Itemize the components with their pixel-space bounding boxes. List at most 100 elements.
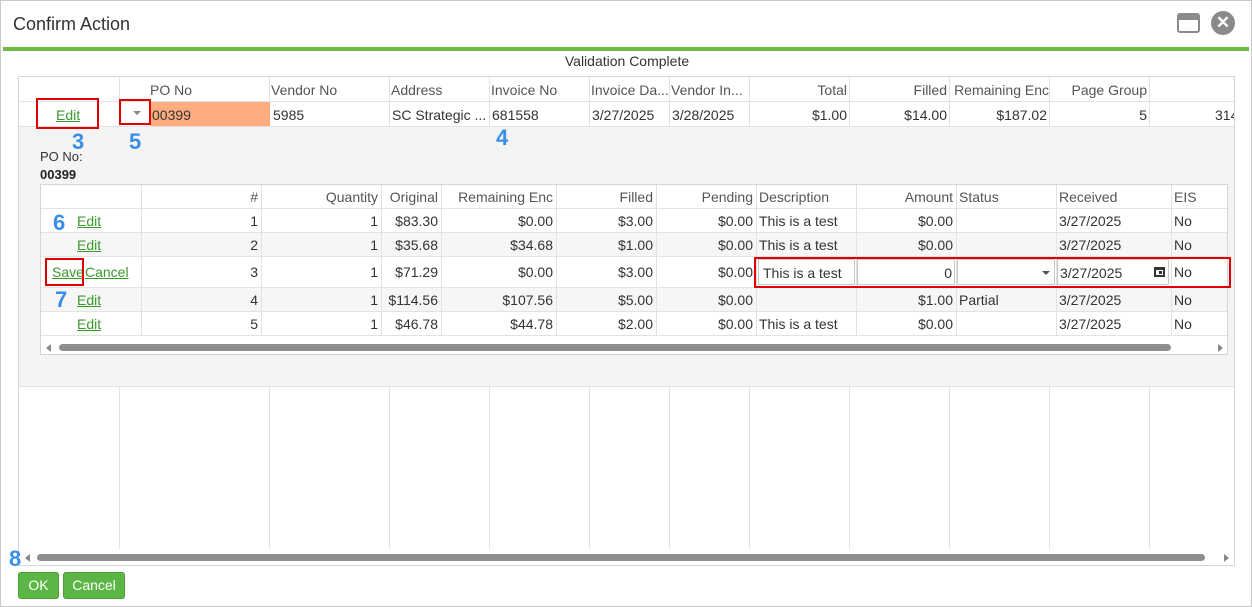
- row-2-received: 3/27/2025: [1059, 237, 1122, 253]
- address-value: SC Strategic ...: [392, 107, 487, 123]
- title-bar: Confirm Action ✕: [1, 1, 1251, 47]
- row-3-pending: $0.00: [717, 264, 753, 280]
- row-4-edit-link[interactable]: Edit: [77, 292, 101, 308]
- col-header-po-no[interactable]: PO No: [150, 82, 270, 98]
- sub-header-pending[interactable]: Pending: [657, 189, 753, 205]
- row-3-description-value: This is a test: [763, 265, 842, 281]
- sub-header-description[interactable]: Description: [759, 189, 855, 205]
- sub-header-amount[interactable]: Amount: [857, 189, 953, 205]
- row-1-pending: $0.00: [717, 213, 753, 229]
- row-5-num: 5: [250, 316, 258, 332]
- row-3-description-input[interactable]: This is a test: [758, 259, 855, 285]
- scroll-right-icon[interactable]: [1218, 344, 1223, 352]
- col-header-remaining-enc[interactable]: Remaining Enc: [951, 82, 1049, 98]
- row-4-pending: $0.00: [717, 292, 753, 308]
- line-items-grid: # Quantity Original Remaining Enc Filled…: [40, 184, 1228, 355]
- cancel-button[interactable]: Cancel: [63, 572, 125, 599]
- maximize-icon[interactable]: [1177, 13, 1200, 33]
- row-1-eis: No: [1174, 213, 1192, 229]
- col-header-page-group[interactable]: Page Group: [1051, 82, 1148, 98]
- confirm-action-dialog: Confirm Action ✕ Validation Complete PO …: [0, 0, 1252, 607]
- row-2-pending: $0.00: [717, 237, 753, 253]
- calendar-icon[interactable]: [1154, 267, 1165, 277]
- vendor-no-value: 5985: [273, 107, 305, 123]
- row-3-received-value: 3/27/2025: [1060, 265, 1123, 281]
- main-horizontal-scrollbar[interactable]: [19, 551, 1234, 565]
- row-3-received-datepicker[interactable]: 3/27/2025: [1057, 259, 1169, 285]
- row-3-amount-input[interactable]: 0: [857, 259, 955, 285]
- row-2-eis: No: [1174, 237, 1192, 253]
- close-icon[interactable]: ✕: [1211, 11, 1235, 35]
- ok-button[interactable]: OK: [18, 572, 59, 599]
- row-2-description: This is a test: [759, 237, 838, 253]
- row-1-remaining: $0.00: [517, 213, 553, 229]
- vendor-invoice-value: 3/28/2025: [672, 107, 735, 123]
- main-scroll-thumb[interactable]: [37, 554, 1205, 561]
- row-1-num: 1: [250, 213, 258, 229]
- row-2-edit-link[interactable]: Edit: [77, 237, 101, 253]
- annotation-6: 6: [53, 210, 66, 235]
- row-2-amount: $0.00: [917, 237, 953, 253]
- row-1-original: $83.30: [395, 213, 438, 229]
- col-header-vendor-invoice[interactable]: Vendor In...: [671, 82, 749, 98]
- row-3-status-select[interactable]: [957, 259, 1055, 285]
- col-header-address[interactable]: Address: [391, 82, 489, 98]
- sub-header-filled[interactable]: Filled: [557, 189, 653, 205]
- row-4-original: $114.56: [388, 292, 438, 308]
- subgrid-scroll-thumb[interactable]: [59, 344, 1171, 351]
- row-1-amount: $0.00: [917, 213, 953, 229]
- expand-row-toggle[interactable]: [122, 102, 148, 126]
- row-5-original: $46.78: [395, 316, 438, 332]
- scroll-left-icon[interactable]: [46, 344, 51, 352]
- annotation-5: 5: [129, 129, 142, 154]
- sub-header-num[interactable]: #: [142, 189, 258, 205]
- row-5-edit-link[interactable]: Edit: [77, 316, 101, 332]
- col-header-filled[interactable]: Filled: [851, 82, 947, 98]
- row-2-num: 2: [250, 237, 258, 253]
- po-grid: PO No Vendor No Address Invoice No Invoi…: [18, 76, 1235, 566]
- row-3-amount-value: 0: [944, 265, 952, 281]
- main-edit-link[interactable]: Edit: [56, 107, 80, 123]
- dialog-title: Confirm Action: [13, 14, 131, 34]
- row-2-original: $35.68: [395, 237, 438, 253]
- sub-header-original[interactable]: Original: [382, 189, 438, 205]
- row-4-quantity: 1: [370, 292, 378, 308]
- row-3-save-link[interactable]: Save: [52, 264, 84, 280]
- row-5-description: This is a test: [759, 316, 838, 332]
- sub-header-quantity[interactable]: Quantity: [262, 189, 378, 205]
- row-1-edit-link[interactable]: Edit: [77, 213, 101, 229]
- annotation-8: 8: [9, 546, 22, 571]
- row-3-remaining: $0.00: [517, 264, 553, 280]
- row-1-filled: $3.00: [617, 213, 653, 229]
- row-4-filled: $5.00: [617, 292, 653, 308]
- sub-header-remaining-enc[interactable]: Remaining Enc: [442, 189, 553, 205]
- sub-header-status[interactable]: Status: [959, 189, 1055, 205]
- row-4-received: 3/27/2025: [1059, 292, 1122, 308]
- row-4-remaining: $107.56: [502, 292, 553, 308]
- subgrid-horizontal-scrollbar[interactable]: [41, 341, 1227, 354]
- chevron-down-icon: [1042, 271, 1050, 275]
- sub-header-eis[interactable]: EIS: [1174, 189, 1224, 205]
- row-3-cancel-link[interactable]: Cancel: [85, 264, 129, 280]
- truncated-value: 314: [1215, 107, 1234, 123]
- scroll-left-icon[interactable]: [25, 554, 30, 562]
- row-5-remaining: $44.78: [510, 316, 553, 332]
- row-5-amount: $0.00: [917, 316, 953, 332]
- row-1-description: This is a test: [759, 213, 838, 229]
- row-4-num: 4: [250, 292, 258, 308]
- row-5-eis: No: [1174, 316, 1192, 332]
- col-header-invoice-no[interactable]: Invoice No: [491, 82, 589, 98]
- annotation-4: 4: [496, 125, 509, 150]
- col-header-invoice-date[interactable]: Invoice Da...: [591, 82, 669, 98]
- remaining-enc-value: $187.02: [996, 107, 1047, 123]
- col-header-vendor-no[interactable]: Vendor No: [271, 82, 389, 98]
- row-3-eis: No: [1174, 264, 1192, 280]
- validation-status: Validation Complete: [564, 53, 690, 69]
- col-header-total[interactable]: Total: [751, 82, 847, 98]
- scroll-right-icon[interactable]: [1224, 554, 1229, 562]
- filled-value: $14.00: [904, 107, 947, 123]
- title-divider: [3, 47, 1249, 51]
- sub-header-received[interactable]: Received: [1059, 189, 1169, 205]
- row-3-quantity: 1: [370, 264, 378, 280]
- invoice-no-value: 681558: [492, 107, 539, 123]
